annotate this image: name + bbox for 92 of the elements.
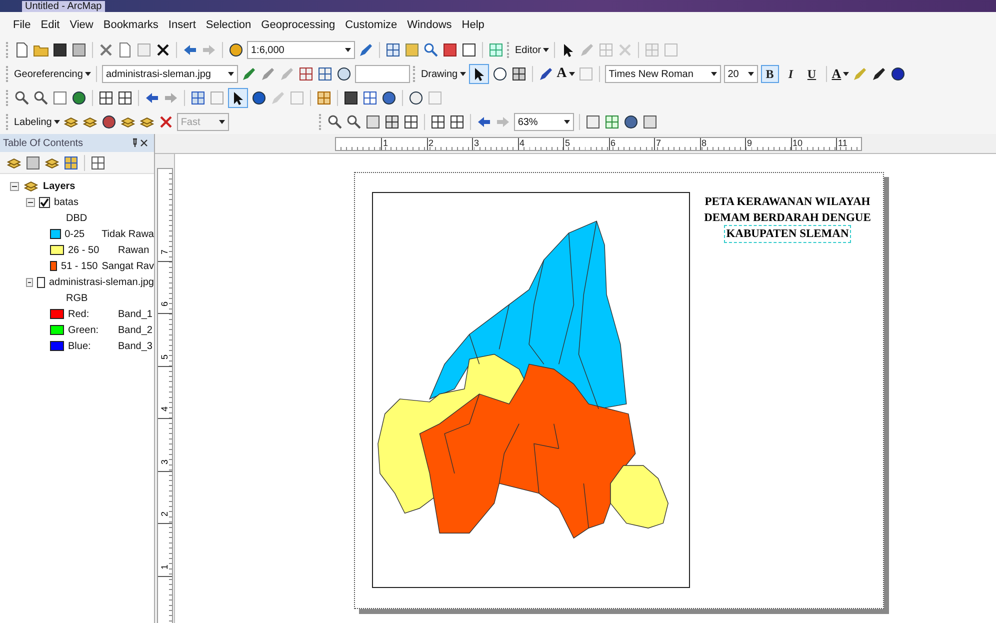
menu-item[interactable]: Help	[456, 19, 490, 31]
text-style-button[interactable]: U	[802, 65, 821, 83]
undo-icon[interactable]	[182, 42, 198, 58]
editor-toolbar-icon[interactable]	[358, 42, 374, 58]
layer-dropdown[interactable]: administrasi-sleman.jpg	[102, 65, 238, 83]
ruler-label: 3	[160, 459, 170, 464]
ruler-label: 6	[160, 302, 170, 306]
ruler-label: 5	[563, 138, 608, 150]
legend-range: 51 - 150	[61, 260, 98, 272]
legend-range: 26 - 50	[68, 244, 100, 256]
ruler-label: 1	[160, 564, 170, 569]
layer-name[interactable]: administrasi-sleman.jpg	[48, 276, 154, 288]
ruler-label: 4	[160, 406, 170, 412]
line-color-icon[interactable]	[871, 66, 888, 82]
legend-field: DBD	[66, 212, 88, 224]
text-style-button[interactable]: I	[782, 65, 800, 83]
ruler-label: 1	[381, 138, 426, 150]
search-icon[interactable]	[423, 42, 439, 58]
map-title-line: PETA KERAWANAN WILAYAH	[704, 195, 872, 210]
text-style-button[interactable]: B	[760, 65, 779, 83]
font-dropdown[interactable]: Times New Roman	[604, 65, 721, 83]
labeling-menu[interactable]: Labeling	[14, 116, 60, 128]
ruler-label: 10	[790, 138, 836, 150]
back-icon[interactable]	[144, 90, 160, 106]
layer-checkbox[interactable]	[39, 196, 50, 208]
panel-title: Table Of Contents	[3, 138, 84, 148]
globe-icon[interactable]	[71, 90, 87, 106]
layer-checkbox[interactable]	[36, 276, 45, 288]
menu-item[interactable]: Customize	[340, 19, 402, 31]
legend-label: Band_2	[118, 324, 152, 336]
menu-item[interactable]: View	[64, 19, 98, 31]
fill-color-icon[interactable]	[852, 66, 868, 82]
new-file-icon[interactable]	[14, 42, 30, 58]
add-control-points-icon[interactable]	[240, 66, 257, 82]
collapse-toggle[interactable]	[26, 198, 35, 206]
legend-label: Band_1	[118, 308, 152, 320]
scale-dropdown[interactable]: 1:6,000	[247, 41, 355, 59]
ruler-label: 2	[426, 138, 472, 150]
map-title-line: KABUPATEN SLEMAN	[725, 226, 850, 242]
collapse-toggle[interactable]	[10, 182, 19, 190]
legend-range: Blue:	[68, 340, 92, 352]
marker-color-icon[interactable]	[890, 66, 906, 82]
data-frame-name[interactable]: Layers	[43, 180, 76, 192]
map-title-line: DEMAM BERDARAH DENGUE	[703, 211, 872, 226]
menu-item[interactable]: Windows	[402, 19, 457, 31]
legend-label: Rawan	[118, 244, 150, 256]
ruler-label: 3	[472, 138, 518, 150]
legend-label: Band_3	[118, 340, 152, 352]
cut-icon[interactable]	[98, 42, 114, 58]
zoom-dropdown[interactable]: 63%	[514, 113, 574, 131]
collapse-toggle[interactable]	[26, 278, 33, 286]
menu-item[interactable]: Geoprocessing	[256, 19, 340, 31]
delete-icon[interactable]	[155, 42, 171, 58]
pin-icon[interactable]	[130, 138, 150, 148]
line-tool-icon[interactable]	[538, 66, 554, 82]
layout-zoom-in-icon[interactable]	[326, 114, 343, 130]
legend-label: Tidak Rawa	[102, 228, 154, 240]
ruler-label: 5	[160, 354, 170, 359]
ruler-label: 7	[654, 138, 700, 150]
legend-range: 0-25	[64, 228, 86, 240]
rotation-field[interactable]	[354, 65, 410, 83]
ruler-label: 2	[160, 512, 170, 516]
ruler-label: 6	[608, 138, 654, 150]
font-size-dropdown[interactable]: 20	[724, 65, 758, 83]
back-extent-icon[interactable]	[476, 114, 492, 130]
georeferencing-menu[interactable]: Georeferencing	[14, 68, 91, 80]
text-tool[interactable]: A	[556, 66, 575, 82]
layer-name[interactable]: batas	[54, 196, 78, 208]
unplaced-labels-icon[interactable]	[158, 114, 174, 130]
menu-item[interactable]: Insert	[163, 19, 201, 31]
ruler-label: 8	[700, 138, 745, 150]
rotate-icon[interactable]	[260, 66, 276, 82]
window-title: Untitled - ArcMap	[22, 0, 105, 12]
legend-label: Sangat Rav	[102, 260, 154, 272]
menu-item[interactable]: Selection	[200, 19, 256, 31]
editor-menu[interactable]: Editor	[515, 44, 550, 56]
font-color-button[interactable]: A	[832, 66, 850, 82]
legend-range: Red:	[68, 308, 90, 320]
zoom-out-icon[interactable]	[33, 90, 49, 106]
menu-item[interactable]: Edit	[36, 19, 65, 31]
legend-field: RGB	[66, 292, 88, 304]
ruler-label: 4	[518, 138, 563, 150]
ruler-label: 11	[836, 138, 882, 150]
ruler-label: 9	[745, 138, 790, 150]
zoom-in-icon[interactable]	[14, 90, 30, 106]
layout-zoom-out-icon[interactable]	[346, 114, 362, 130]
table-icon[interactable]	[385, 42, 401, 58]
ruler-label: 7	[160, 249, 170, 254]
add-data-icon[interactable]	[228, 42, 244, 58]
menu-item[interactable]: Bookmarks	[98, 19, 164, 31]
legend-range: Green:	[68, 324, 100, 336]
menu-item[interactable]: File	[8, 19, 36, 31]
